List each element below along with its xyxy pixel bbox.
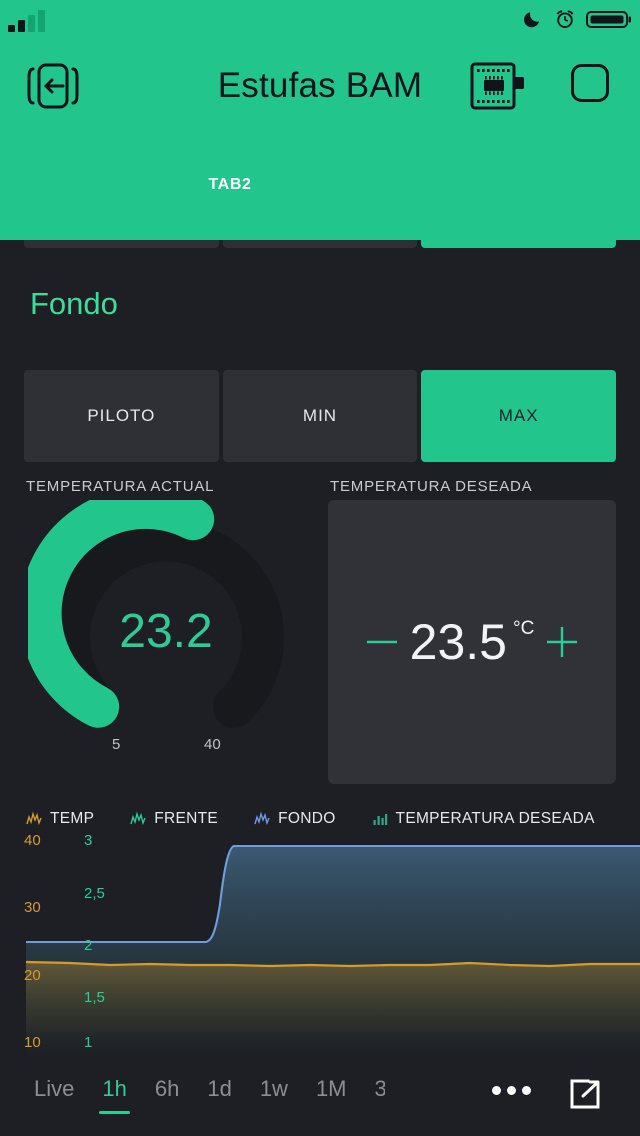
- more-dots-icon[interactable]: [489, 1080, 533, 1100]
- plus-icon: [547, 627, 578, 657]
- legend-item-temperatura-deseada[interactable]: TEMPERATURA DESEADA: [372, 810, 595, 828]
- axis-temp-tick-10: 10: [24, 1034, 41, 1051]
- external-link-icon-svg: [570, 1079, 600, 1109]
- chart-svg: [25, 844, 640, 1056]
- chart-plot[interactable]: 40 30 20 10 3 2,5 2 1,5 1: [0, 832, 640, 1056]
- axis-temp-tick-20: 20: [24, 967, 41, 984]
- section-title: Fondo: [30, 286, 118, 321]
- chart-legend: TEMP FRENTE FONDO TEMPERATURA DESEADA: [26, 806, 640, 832]
- desired-temp-card: 23.5 °C: [328, 500, 616, 784]
- battery-full-icon: [586, 11, 631, 28]
- minus-icon: [366, 640, 397, 644]
- axis-state-tick-2-5: 2,5: [84, 885, 105, 902]
- mode-button-piloto[interactable]: PILOTO: [24, 370, 219, 462]
- header-bar: Estufas BAM: [0, 55, 640, 117]
- range-1d[interactable]: 1d: [207, 1072, 231, 1114]
- axis-state-tick-2: 2: [84, 937, 93, 954]
- desired-temp-label: TEMPERATURA DESEADA: [330, 478, 533, 495]
- gauge-value: 23.2: [119, 605, 213, 658]
- gauge-min-tick: 5: [112, 736, 121, 753]
- legend-item-frente[interactable]: FRENTE: [130, 810, 218, 828]
- legend-label-temperatura-deseada: TEMPERATURA DESEADA: [395, 810, 595, 827]
- desired-temp-unit: °C: [513, 618, 535, 639]
- rounded-square-icon-svg: [571, 64, 609, 102]
- desired-temp-controls: 23.5 °C: [328, 614, 616, 670]
- range-1h[interactable]: 1h: [99, 1072, 131, 1114]
- axis-temp-tick-30: 30: [24, 899, 41, 916]
- axis-state-tick-3: 3: [84, 832, 93, 849]
- range-6h[interactable]: 6h: [155, 1072, 179, 1114]
- current-temp-label: TEMPERATURA ACTUAL: [26, 478, 215, 495]
- temp-area: [26, 962, 640, 1056]
- range-1M[interactable]: 1M: [316, 1072, 347, 1114]
- desired-temp-value-group: 23.5 °C: [410, 617, 535, 667]
- bar-chart-icon: [373, 814, 387, 825]
- range-overflow-clipped[interactable]: 3: [375, 1072, 385, 1114]
- moon-icon: [524, 12, 539, 28]
- axis-state-tick-1-5: 1,5: [84, 989, 105, 1006]
- line-chart-icon: [26, 811, 42, 826]
- page-title: Estufas BAM: [217, 66, 423, 105]
- gauge-max-tick: 40: [204, 736, 221, 753]
- axis-temp-tick-40: 40: [24, 832, 41, 849]
- rounded-square-icon[interactable]: [570, 63, 610, 103]
- line-chart-icon: [130, 811, 146, 826]
- external-link-icon[interactable]: [568, 1074, 608, 1114]
- increment-button[interactable]: [534, 614, 590, 670]
- legend-label-temp: TEMP: [50, 810, 95, 827]
- alarm-clock-icon: [556, 10, 574, 28]
- current-temp-gauge: 23.2 5 40: [28, 500, 304, 768]
- legend-item-temp[interactable]: TEMP: [26, 810, 94, 828]
- time-range-list: Live 1h 6h 1d 1w 1M 3: [34, 1072, 397, 1114]
- tab-tab2[interactable]: TAB2: [160, 160, 300, 210]
- mode-button-max[interactable]: MAX: [421, 370, 617, 462]
- chip-icon-svg: [470, 62, 524, 110]
- desired-temp-value: 23.5: [409, 614, 507, 670]
- decrement-button[interactable]: [354, 614, 410, 670]
- chip-icon[interactable]: [470, 59, 526, 113]
- axis-state-tick-1: 1: [84, 1034, 93, 1051]
- range-live[interactable]: Live: [34, 1072, 74, 1114]
- legend-label-frente: FRENTE: [154, 810, 219, 827]
- status-right-icons: [522, 6, 632, 32]
- mode-button-min[interactable]: MIN: [222, 370, 418, 462]
- app-header: Estufas BAM TAB2: [0, 0, 640, 240]
- app-root: Fondo PILOTO MIN MAX TEMPERATURA ACTUAL …: [0, 0, 640, 1136]
- time-range-bar: Live 1h 6h 1d 1w 1M 3: [0, 1056, 640, 1136]
- range-1w[interactable]: 1w: [260, 1072, 288, 1114]
- signal-bars-icon: [8, 10, 45, 32]
- legend-label-fondo: FONDO: [278, 810, 336, 827]
- mode-segmented-control: PILOTO MIN MAX: [24, 370, 617, 462]
- header-tabs: TAB2: [0, 160, 640, 210]
- line-chart-icon: [254, 811, 270, 826]
- status-bar: [0, 0, 640, 38]
- legend-item-fondo[interactable]: FONDO: [254, 810, 335, 828]
